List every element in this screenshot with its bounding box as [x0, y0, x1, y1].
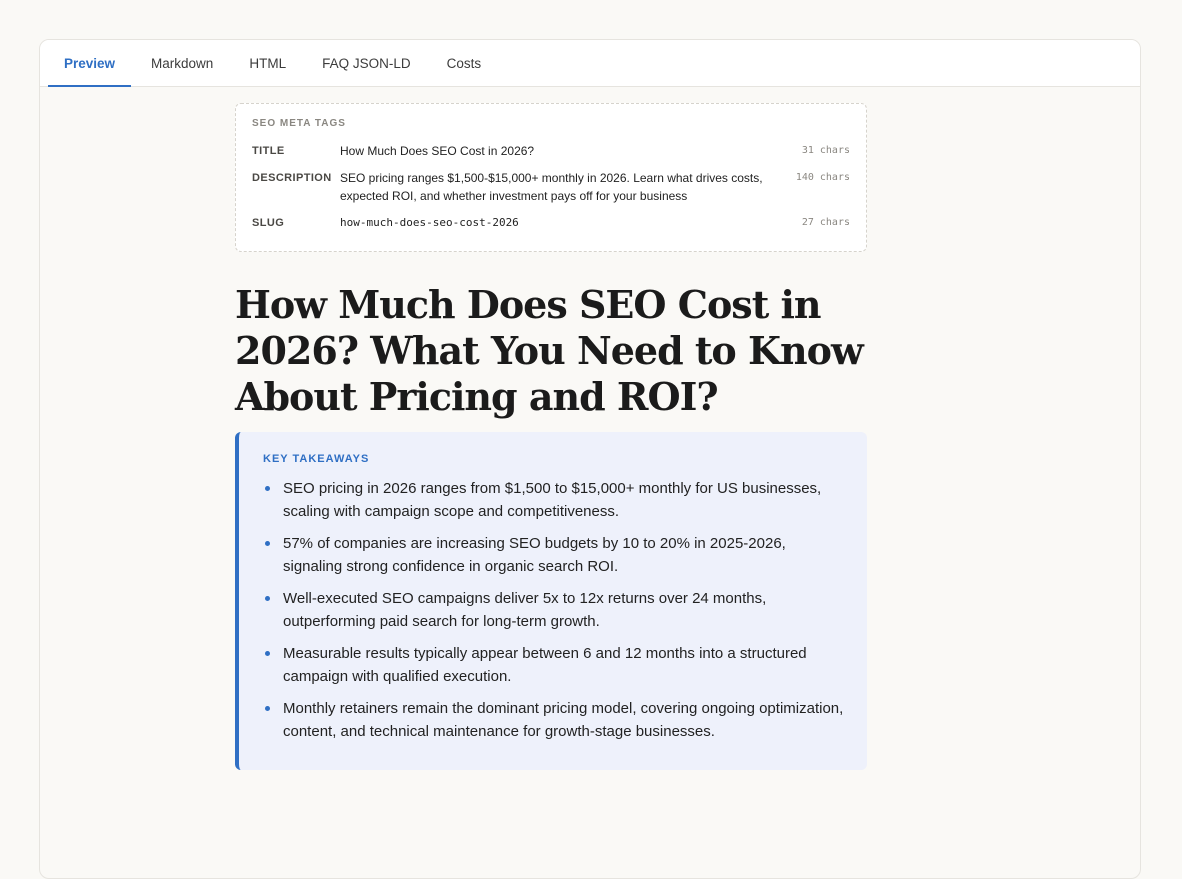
- tab-costs[interactable]: Costs: [431, 40, 498, 86]
- meta-char-count: 31 chars: [801, 145, 850, 156]
- takeaway-text: Monthly retainers remain the dominant pr…: [283, 700, 844, 740]
- list-item: Well-executed SEO campaigns deliver 5x t…: [263, 587, 845, 633]
- key-takeaways-heading: KEY TAKEAWAYS: [263, 453, 370, 465]
- takeaway-text: Well-executed SEO campaigns deliver 5x t…: [283, 590, 767, 630]
- list-item: Monthly retainers remain the dominant pr…: [263, 697, 845, 743]
- meta-title-value: How Much Does SEO Cost in 2026?: [340, 144, 535, 158]
- takeaway-text: SEO pricing in 2026 ranges from $1,500 t…: [283, 480, 822, 520]
- preview-content: SEO META TAGS TITLE How Much Does SEO Co…: [235, 103, 867, 770]
- bullet-icon: [265, 651, 270, 656]
- tab-faq-json-ld[interactable]: FAQ JSON-LD: [306, 40, 427, 86]
- bullet-icon: [265, 486, 270, 491]
- bullet-icon: [265, 541, 270, 546]
- seo-meta-heading: SEO META TAGS: [252, 118, 346, 129]
- takeaway-text: 57% of companies are increasing SEO budg…: [283, 535, 786, 575]
- meta-char-count: 27 chars: [801, 217, 850, 228]
- article-title: How Much Does SEO Cost in 2026? What You…: [235, 282, 864, 419]
- bullet-icon: [265, 706, 270, 711]
- list-item: SEO pricing in 2026 ranges from $1,500 t…: [263, 477, 845, 523]
- meta-char-count: 140 chars: [795, 172, 850, 183]
- tab-bar: Preview Markdown HTML FAQ JSON-LD Costs: [40, 40, 1140, 87]
- meta-slug-value: how-much-does-seo-cost-2026: [340, 216, 519, 229]
- meta-label: DESCRIPTION: [252, 172, 332, 184]
- takeaway-text: Measurable results typically appear betw…: [283, 645, 807, 685]
- key-takeaways-box: KEY TAKEAWAYS SEO pricing in 2026 ranges…: [235, 432, 867, 770]
- list-item: Measurable results typically appear betw…: [263, 642, 845, 688]
- takeaways-list: SEO pricing in 2026 ranges from $1,500 t…: [263, 477, 845, 743]
- list-item: 57% of companies are increasing SEO budg…: [263, 532, 845, 578]
- meta-row-description: DESCRIPTION SEO pricing ranges $1,500-$1…: [252, 169, 850, 205]
- meta-row-slug: SLUG how-much-does-seo-cost-2026 27 char…: [252, 214, 850, 232]
- meta-label: SLUG: [252, 217, 285, 229]
- seo-meta-box: SEO META TAGS TITLE How Much Does SEO Co…: [235, 103, 867, 252]
- tab-html[interactable]: HTML: [233, 40, 302, 86]
- tab-preview[interactable]: Preview: [48, 40, 132, 87]
- meta-row-title: TITLE How Much Does SEO Cost in 2026? 31…: [252, 142, 850, 160]
- bullet-icon: [265, 596, 270, 601]
- meta-label: TITLE: [252, 145, 285, 157]
- meta-description-value: SEO pricing ranges $1,500-$15,000+ month…: [340, 171, 763, 203]
- tab-markdown[interactable]: Markdown: [135, 40, 229, 86]
